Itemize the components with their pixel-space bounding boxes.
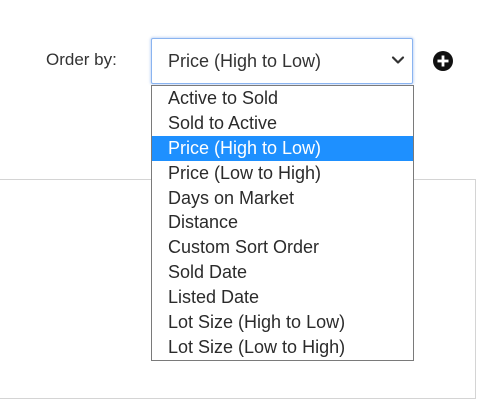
order-by-select[interactable]: Price (High to Low) [151,38,413,84]
chevron-down-icon [391,56,405,64]
option-lot-size-low-to-high[interactable]: Lot Size (Low to High) [152,335,413,360]
option-custom-sort-order[interactable]: Custom Sort Order [152,235,413,260]
option-lot-size-high-to-low[interactable]: Lot Size (High to Low) [152,310,413,335]
option-listed-date[interactable]: Listed Date [152,285,413,310]
option-sold-date[interactable]: Sold Date [152,260,413,285]
option-active-to-sold[interactable]: Active to Sold [152,86,413,111]
option-sold-to-active[interactable]: Sold to Active [152,111,413,136]
option-price-high-to-low[interactable]: Price (High to Low) [152,135,413,161]
option-price-low-to-high[interactable]: Price (Low to High) [152,161,413,186]
plus-circle-icon[interactable] [433,51,453,71]
order-by-options-list[interactable]: Active to Sold Sold to Active Price (Hig… [151,85,414,361]
option-distance[interactable]: Distance [152,210,413,235]
option-days-on-market[interactable]: Days on Market [152,186,413,211]
order-by-selected-value: Price (High to Low) [168,51,322,71]
order-by-label: Order by: [46,50,117,69]
